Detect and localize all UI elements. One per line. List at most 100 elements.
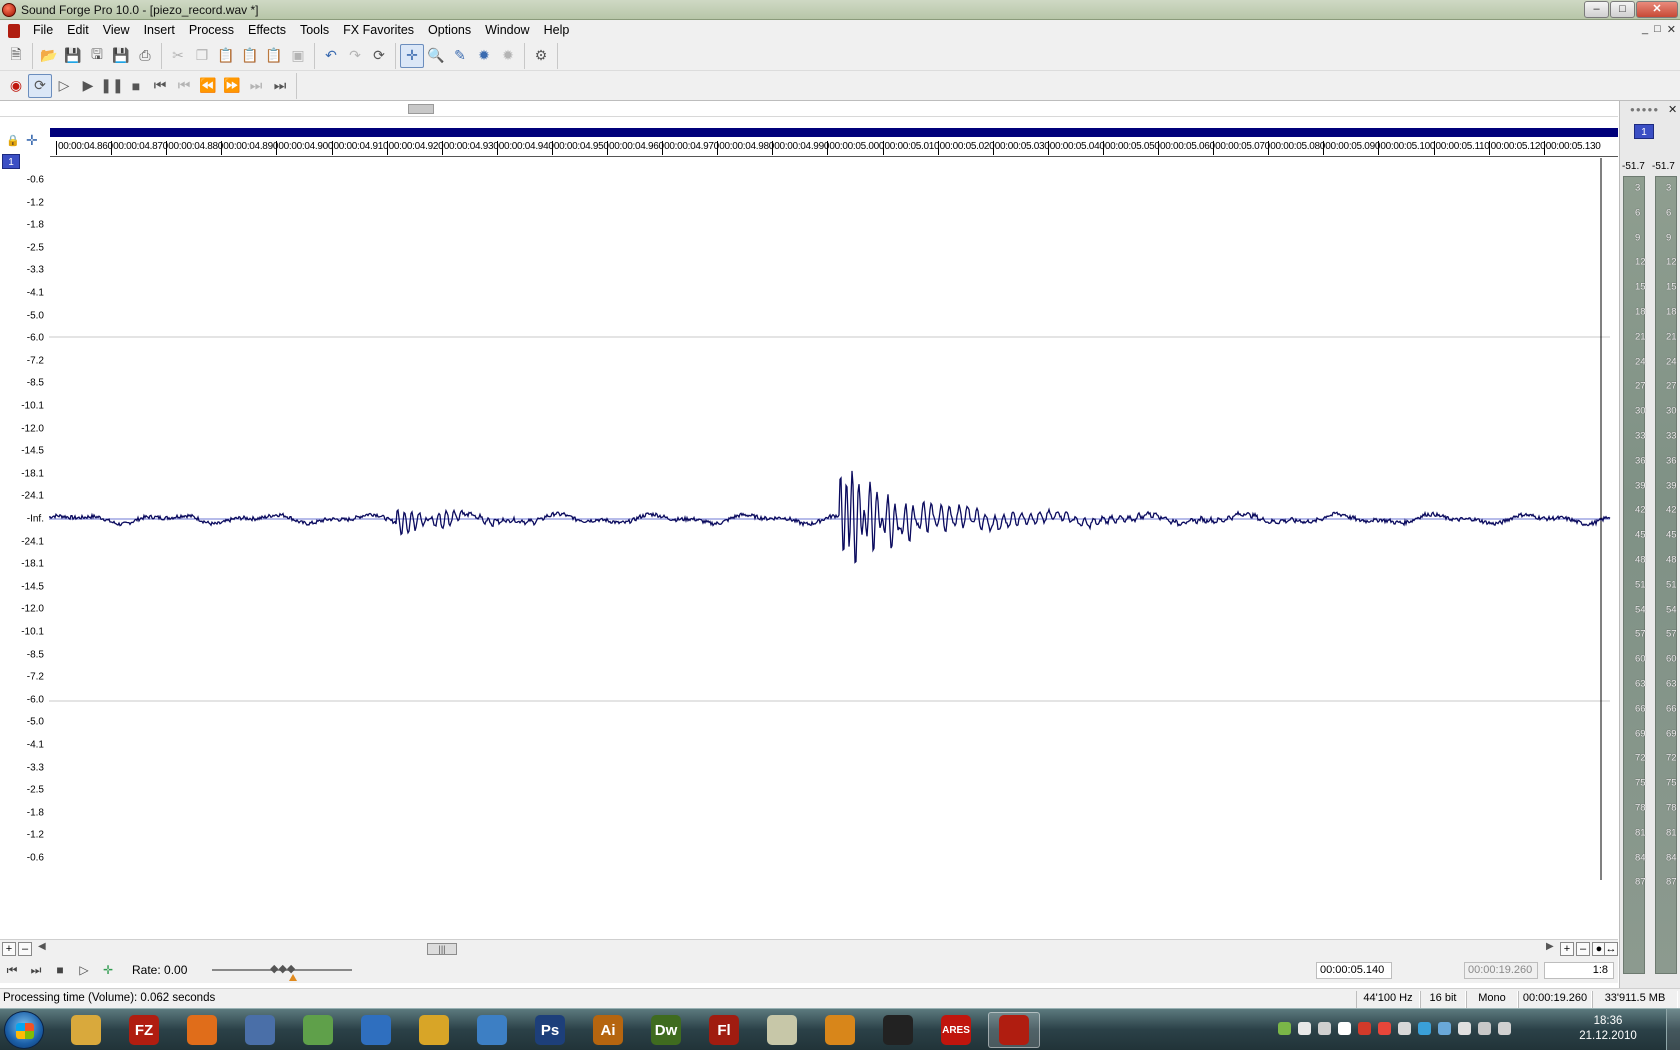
system-clock[interactable]: 18:36 21.12.2010 — [1568, 1014, 1648, 1044]
tray-device-icon[interactable] — [1318, 1022, 1331, 1035]
waveform-svg[interactable] — [49, 158, 1618, 880]
tray-volume-icon[interactable] — [1498, 1022, 1511, 1035]
minimize-button[interactable]: – — [1584, 1, 1609, 18]
taskbar-media-player-icon[interactable] — [814, 1012, 866, 1048]
snap-marker-icon[interactable]: ✛ — [26, 132, 38, 149]
taskbar-google-earth-icon[interactable] — [466, 1012, 518, 1048]
lock-icon[interactable]: 🔒 — [6, 134, 20, 147]
sound-forge-app-icon[interactable] — [2, 2, 16, 17]
zoom-in-button[interactable]: + — [2, 942, 16, 956]
menu-options[interactable]: Options — [421, 20, 478, 41]
go-to-end-icon[interactable]: ⏭ — [268, 74, 292, 98]
menu-tools[interactable]: Tools — [293, 20, 336, 41]
overview-bar[interactable] — [50, 128, 1618, 137]
loop-icon[interactable]: ⟳ — [28, 73, 52, 98]
maximize-button[interactable]: □ — [1610, 1, 1635, 18]
repeat-icon[interactable]: ⟳ — [367, 44, 391, 68]
taskbar-sound-forge-icon[interactable] — [988, 1012, 1040, 1048]
plugin-chainer-icon[interactable]: ⚙ — [529, 44, 553, 68]
scroll-right-icon[interactable]: ▶ — [1546, 941, 1554, 952]
menu-fx-favorites[interactable]: FX Favorites — [336, 20, 421, 41]
undo-icon[interactable]: ↶ — [319, 44, 343, 68]
magnify-tool-icon[interactable]: 🔍 — [424, 44, 448, 68]
taskbar-filezilla-icon[interactable]: FZ — [118, 1012, 170, 1048]
next-region-icon[interactable]: ⏭ — [24, 959, 48, 981]
play-icon[interactable]: ▶ — [76, 74, 100, 98]
meter-peak-left[interactable]: -51.7 — [1622, 161, 1645, 172]
zoom-reset-button[interactable]: ↔ — [1604, 942, 1618, 956]
paste-special-icon[interactable]: 📋 — [262, 44, 286, 68]
status-bit-depth[interactable]: 16 bit — [1420, 991, 1466, 1008]
menu-file[interactable]: File — [26, 20, 60, 41]
pencil-tool-icon[interactable]: ✎ — [448, 44, 472, 68]
taskbar-flash-icon[interactable]: Fl — [698, 1012, 750, 1048]
doc-minimize-button[interactable]: _ — [1642, 23, 1648, 36]
zoom-out-button[interactable]: – — [18, 942, 32, 956]
save-all-icon[interactable]: 💾 — [109, 44, 133, 68]
zoom-out-level-button[interactable]: – — [1576, 942, 1590, 956]
scroll-left-icon[interactable]: ◀ — [38, 941, 46, 952]
previous-marker-icon[interactable]: ⏮ — [172, 74, 196, 98]
waveform-area[interactable] — [49, 158, 1618, 880]
horizontal-scrollbar[interactable]: + – ◀ ||| ▶ + – ● ↔ — [0, 939, 1618, 957]
menu-window[interactable]: Window — [478, 20, 536, 41]
selection-length-field[interactable]: 00:00:19.260 — [1464, 962, 1538, 979]
taskbar-firefox-icon[interactable] — [176, 1012, 228, 1048]
dw-loop-icon[interactable]: ✛ — [96, 959, 120, 981]
scroll-thumb[interactable]: ||| — [427, 943, 457, 955]
tray-adobe-icon[interactable] — [1358, 1022, 1371, 1035]
start-button[interactable] — [4, 1011, 44, 1049]
status-sample-rate[interactable]: 44'100 Hz — [1356, 991, 1420, 1008]
go-to-start-icon[interactable]: ⏮ — [148, 74, 172, 98]
tray-monitor-icon[interactable] — [1478, 1022, 1491, 1035]
stop-icon[interactable]: ■ — [124, 74, 148, 98]
tray-flag-icon[interactable] — [1458, 1022, 1471, 1035]
meter-close-icon[interactable]: ✕ — [1668, 103, 1677, 116]
print-icon[interactable]: ⎙ — [133, 44, 157, 68]
tray-vpn-icon[interactable] — [1298, 1022, 1311, 1035]
rate-slider[interactable]: ◆◆◆ — [212, 960, 352, 981]
zoom-ratio-field[interactable]: 1:8 — [1544, 962, 1614, 979]
save-icon[interactable]: 💾 — [61, 44, 85, 68]
close-button[interactable]: ✕ — [1636, 1, 1678, 18]
doc-close-button[interactable]: ✕ — [1667, 23, 1676, 36]
prev-region-icon[interactable]: ⏮ — [0, 959, 24, 981]
taskbar-dreamweaver-icon[interactable]: Dw — [640, 1012, 692, 1048]
zoom-in-level-button[interactable]: + — [1560, 942, 1574, 956]
taskbar-alienware-icon[interactable] — [872, 1012, 924, 1048]
copy-icon[interactable]: ❐ — [190, 44, 214, 68]
meter-peak-right[interactable]: -51.7 — [1652, 161, 1675, 172]
tray-security-icon[interactable] — [1378, 1022, 1391, 1035]
taskbar-explorer-icon[interactable] — [60, 1012, 112, 1048]
tray-app-icon[interactable] — [1278, 1022, 1291, 1035]
play-all-icon[interactable]: ▷ — [52, 74, 76, 98]
crop-icon[interactable]: ▣ — [286, 44, 310, 68]
menu-help[interactable]: Help — [537, 20, 577, 41]
taskbar-app-green-icon[interactable] — [292, 1012, 344, 1048]
taskbar-app-globe-icon[interactable] — [350, 1012, 402, 1048]
record-icon[interactable]: ◉ — [4, 74, 28, 98]
tray-network-icon[interactable] — [1398, 1022, 1411, 1035]
open-icon[interactable]: 📂 — [37, 44, 61, 68]
rewind-icon[interactable]: ⏪ — [196, 74, 220, 98]
dw-stop-icon[interactable]: ■ — [48, 959, 72, 981]
taskbar-illustrator-icon[interactable]: Ai — [582, 1012, 634, 1048]
show-desktop-button[interactable] — [1666, 1009, 1680, 1050]
paste-icon[interactable]: 📋 — [214, 44, 238, 68]
overview-strip[interactable] — [0, 101, 1618, 117]
forward-icon[interactable]: ⏩ — [220, 74, 244, 98]
menu-effects[interactable]: Effects — [241, 20, 293, 41]
pause-icon[interactable]: ❚❚ — [100, 74, 124, 98]
doc-restore-button[interactable]: □ — [1654, 23, 1661, 36]
event-tool-icon[interactable]: ✹ — [496, 44, 520, 68]
menu-edit[interactable]: Edit — [60, 20, 96, 41]
envelope-tool-icon[interactable]: ✹ — [472, 44, 496, 68]
meter-channel-badge[interactable]: 1 — [1634, 124, 1654, 139]
menu-view[interactable]: View — [96, 20, 137, 41]
redo-icon[interactable]: ↷ — [343, 44, 367, 68]
new-icon[interactable]: 🗎 — [4, 44, 28, 68]
tray-settings-icon[interactable] — [1338, 1022, 1351, 1035]
status-channels[interactable]: Mono — [1466, 991, 1518, 1008]
menu-process[interactable]: Process — [182, 20, 241, 41]
taskbar-thunderbird-icon[interactable] — [234, 1012, 286, 1048]
